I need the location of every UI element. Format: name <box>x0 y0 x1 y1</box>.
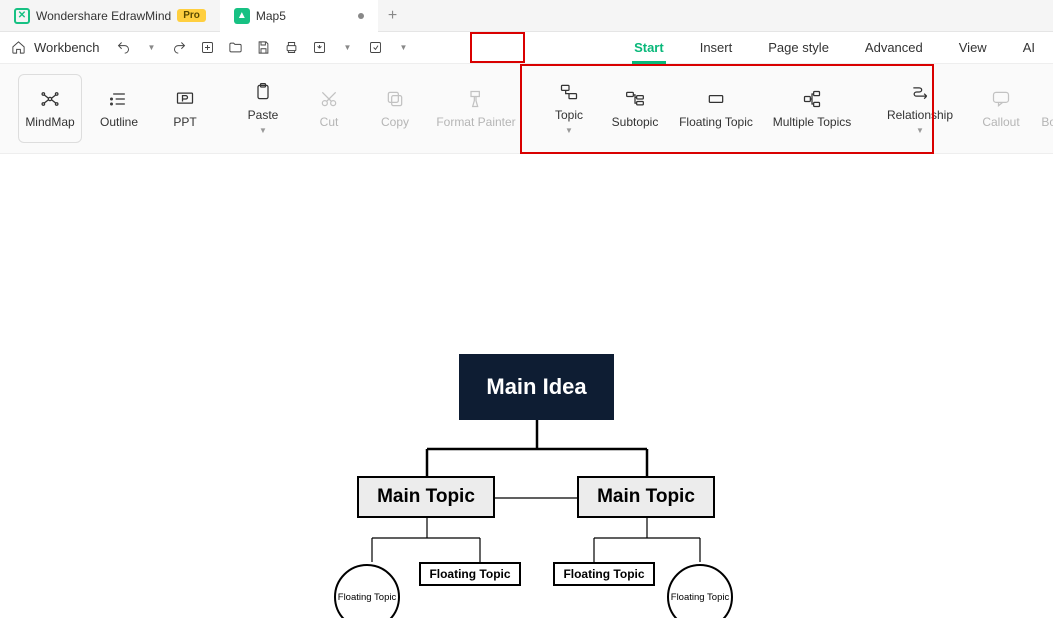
outline-icon <box>109 89 129 109</box>
tab-insert[interactable]: Insert <box>682 32 751 64</box>
ribbon: MindMap Outline PPT Paste ▼ Cut Copy For… <box>0 64 1053 154</box>
relationship-button[interactable]: Relationship ▼ <box>872 64 968 153</box>
app-tab[interactable]: ✕ Wondershare EdrawMind Pro <box>0 0 220 32</box>
new-file-icon[interactable] <box>196 36 220 60</box>
main-menu-tabs: Start Insert Page style Advanced View AI <box>616 32 1053 64</box>
paste-icon <box>253 82 273 102</box>
open-file-icon[interactable] <box>224 36 248 60</box>
tab-ai[interactable]: AI <box>1005 32 1053 64</box>
workbench-label[interactable]: Workbench <box>34 40 100 55</box>
node-floating-topic-box-1[interactable]: Floating Topic <box>419 562 521 586</box>
home-icon[interactable] <box>6 36 30 60</box>
print-icon[interactable] <box>280 36 304 60</box>
tab-page-style[interactable]: Page style <box>750 32 847 64</box>
title-tab-bar: ✕ Wondershare EdrawMind Pro ▲ Map5 + <box>0 0 1053 32</box>
cut-button[interactable]: Cut <box>296 64 362 153</box>
document-tab[interactable]: ▲ Map5 <box>220 0 378 32</box>
chevron-down-icon: ▼ <box>259 126 267 135</box>
node-main-topic-1[interactable]: Main Topic <box>357 476 495 518</box>
callout-button[interactable]: Callout <box>968 64 1034 153</box>
chevron-down-icon: ▼ <box>916 126 924 135</box>
ppt-button[interactable]: PPT <box>152 64 218 153</box>
mindmap-canvas[interactable]: Main Idea Main Topic Main Topic Floating… <box>0 154 1053 618</box>
chevron-down-icon: ▼ <box>565 126 573 135</box>
node-main-topic-2[interactable]: Main Topic <box>577 476 715 518</box>
floating-topic-icon <box>706 89 726 109</box>
cut-icon <box>319 89 339 109</box>
undo-dropdown-icon[interactable]: ▼ <box>140 36 164 60</box>
subtopic-button[interactable]: Subtopic <box>602 64 668 153</box>
quick-access-toolbar: Workbench ▼ ▼ ▼ <box>0 36 422 60</box>
paste-button[interactable]: Paste ▼ <box>230 64 296 153</box>
mindmap-icon <box>40 89 60 109</box>
tab-start[interactable]: Start <box>616 32 682 64</box>
export-dropdown-icon[interactable]: ▼ <box>336 36 360 60</box>
app-logo-icon: ✕ <box>14 8 30 24</box>
topic-button[interactable]: Topic ▼ <box>536 64 602 153</box>
app-name: Wondershare EdrawMind <box>36 9 171 23</box>
relationship-icon <box>910 82 930 102</box>
document-tab-icon: ▲ <box>234 8 250 24</box>
save-icon[interactable] <box>252 36 276 60</box>
share-icon[interactable] <box>364 36 388 60</box>
outline-button[interactable]: Outline <box>86 64 152 153</box>
ppt-icon <box>175 89 195 109</box>
document-name: Map5 <box>256 9 286 23</box>
more-dropdown-icon[interactable]: ▼ <box>392 36 416 60</box>
multiple-topics-icon <box>802 89 822 109</box>
new-tab-button[interactable]: + <box>378 7 407 25</box>
floating-topic-button[interactable]: Floating Topic <box>668 64 764 153</box>
node-main-idea[interactable]: Main Idea <box>459 354 614 420</box>
node-floating-topic-box-2[interactable]: Floating Topic <box>553 562 655 586</box>
format-painter-button[interactable]: Format Painter <box>428 64 524 153</box>
format-painter-icon <box>466 89 486 109</box>
undo-icon[interactable] <box>112 36 136 60</box>
redo-icon[interactable] <box>168 36 192 60</box>
pro-badge: Pro <box>177 9 206 22</box>
multiple-topics-button[interactable]: Multiple Topics <box>764 64 860 153</box>
tab-advanced[interactable]: Advanced <box>847 32 941 64</box>
tab-view[interactable]: View <box>941 32 1005 64</box>
export-icon[interactable] <box>308 36 332 60</box>
boundary-button[interactable]: Boundary <box>1034 64 1053 153</box>
topic-icon <box>559 82 579 102</box>
unsaved-dot-icon <box>358 13 364 19</box>
menu-bar: Workbench ▼ ▼ ▼ Start Insert Page style … <box>0 32 1053 64</box>
subtopic-icon <box>625 89 645 109</box>
copy-icon <box>385 89 405 109</box>
callout-icon <box>991 89 1011 109</box>
copy-button[interactable]: Copy <box>362 64 428 153</box>
mindmap-button[interactable]: MindMap <box>18 74 82 143</box>
